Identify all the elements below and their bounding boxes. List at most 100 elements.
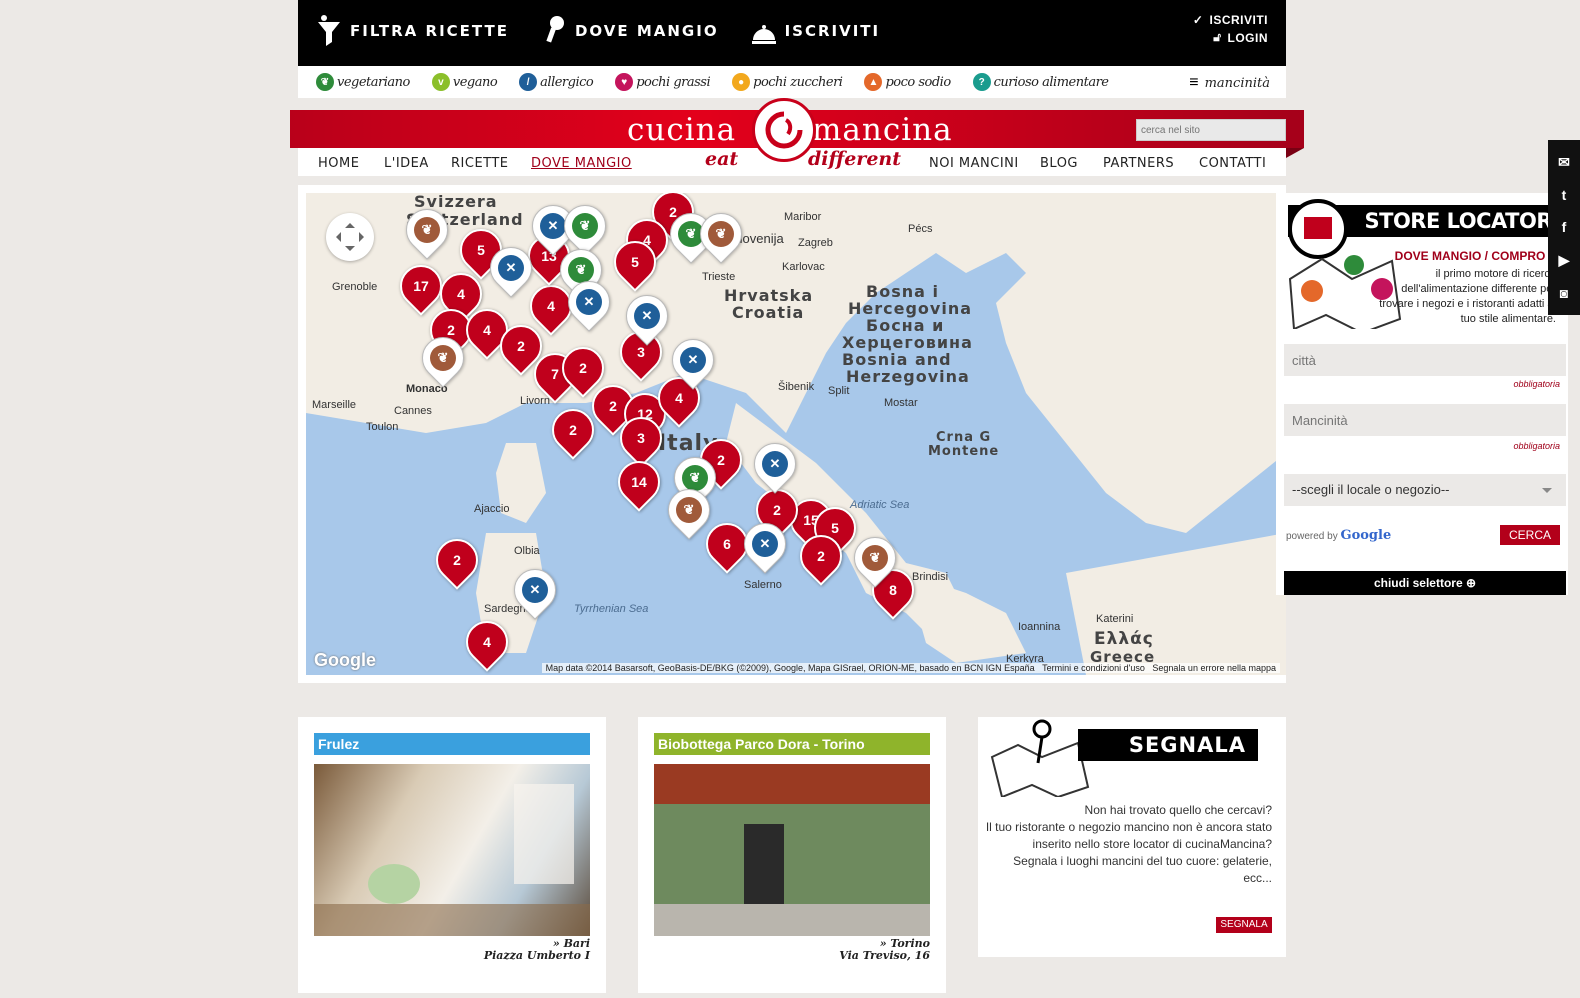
nav-home[interactable]: HOME	[318, 156, 359, 171]
label-bosna-3: Босна и	[866, 316, 945, 335]
diet-vegetariano[interactable]: ❦ vegetariano	[316, 73, 410, 91]
instagram-icon[interactable]: ◙	[1560, 285, 1568, 301]
nav-blog[interactable]: BLOG	[1040, 156, 1078, 171]
segnala-card: SEGNALA Non hai trovato quello che cerca…	[978, 717, 1286, 957]
mail-icon[interactable]: ✉	[1558, 154, 1570, 171]
nav-noi-mancini[interactable]: NOI MANCINI	[929, 156, 1019, 171]
store-locator-description: il primo motore di ricerca dell'alimenta…	[1379, 268, 1556, 325]
label-bosna-5: Bosnia and	[842, 350, 952, 369]
nav-idea[interactable]: L'IDEA	[384, 156, 429, 171]
attribution-text: Map data ©2014 Basarsoft, GeoBasis-DE/BK…	[545, 663, 1035, 673]
label-hrvatska: Hrvatska	[724, 286, 814, 305]
sprout-icon: ❦	[708, 221, 734, 247]
sprout-icon: ❦	[862, 545, 888, 571]
diet-label: poco sodio	[885, 74, 951, 90]
report-error-link[interactable]: Segnala un errore nella mappa	[1152, 663, 1276, 673]
leaf-icon: ❦	[568, 257, 594, 283]
place-type-value: --scegli il locale o negozio--	[1292, 482, 1450, 497]
nav-contatti[interactable]: CONTATTI	[1199, 156, 1266, 171]
label-bosna-2: Hercegovina	[848, 299, 973, 318]
diet-allergico[interactable]: / allergico	[519, 73, 594, 91]
label-bosna-6: Herzegovina	[846, 367, 970, 386]
diet-poco-sodio[interactable]: ▲ poco sodio	[864, 73, 951, 91]
cutlery-icon: ✕	[522, 577, 548, 603]
city-required-note: obbligatoria	[1513, 379, 1560, 389]
diet-curioso-alimentare[interactable]: ? curioso alimentare	[972, 73, 1109, 91]
city-input[interactable]	[1284, 344, 1566, 376]
diet-label: vegetariano	[337, 74, 410, 90]
iscriviti-link[interactable]: ISCRIVITI	[751, 14, 881, 48]
filtra-ricette-link[interactable]: FILTRA RICETTE	[316, 14, 509, 48]
facebook-icon[interactable]: f	[1562, 219, 1567, 235]
segnala-button[interactable]: SEGNALA	[1216, 917, 1272, 933]
lock-icon: 🔓︎	[1213, 30, 1222, 44]
cloche-icon	[751, 25, 776, 44]
filtra-ricette-label: FILTRA RICETTE	[350, 22, 509, 40]
tagline-right: different	[808, 148, 901, 170]
diet-label: pochi zuccheri	[753, 74, 843, 90]
place-photo	[654, 764, 930, 936]
diet-pochi-grassi[interactable]: ♥ pochi grassi	[615, 73, 711, 91]
leaf-icon: ❦	[316, 73, 334, 91]
label-mostar: Mostar	[884, 397, 918, 409]
label-trieste: Trieste	[702, 271, 736, 283]
label-svizzera: Svizzera	[414, 193, 498, 211]
search-button[interactable]: CERCA	[1500, 525, 1560, 545]
mancinita-label: mancinità	[1204, 75, 1270, 91]
label-croatia: Croatia	[732, 303, 805, 322]
iscriviti-label: ISCRIVITI	[784, 22, 881, 40]
band-fold	[1286, 148, 1304, 158]
label-karlovac: Karlovac	[782, 261, 825, 273]
mancinita-input[interactable]	[1284, 404, 1566, 436]
question-icon: ?	[972, 73, 991, 91]
register-link[interactable]: ✓ ISCRIVITI	[1193, 13, 1268, 27]
store-photo-icon	[654, 764, 930, 936]
label-tyrrhenian-sea: Tyrrhenian Sea	[574, 603, 649, 615]
place-card-title: Frulez	[314, 733, 590, 755]
salt-icon: ▲	[864, 73, 883, 91]
diet-vegano[interactable]: v vegano	[431, 73, 498, 91]
site-search-input[interactable]	[1136, 119, 1286, 141]
dove-mangio-link[interactable]: DOVE MANGIO	[541, 14, 719, 48]
mancinita-menu[interactable]: ≡ mancinità	[1189, 74, 1270, 92]
cutlery-icon: ✕	[498, 255, 524, 281]
segnala-title: SEGNALA	[1078, 729, 1258, 761]
nav-partners[interactable]: PARTNERS	[1103, 156, 1174, 171]
close-selector-label: chiudi selettore	[1373, 576, 1463, 590]
logo-mark[interactable]	[752, 98, 816, 162]
arrow-up-icon: ⊕	[1465, 576, 1477, 590]
nav-ricette[interactable]: RICETTE	[451, 156, 509, 171]
store-locator-panel: STORE LOCATOR DOVE MANGIO / COMPRO ? il …	[1276, 193, 1568, 595]
twitter-icon[interactable]: t	[1562, 187, 1567, 203]
close-selector-button[interactable]: chiudi selettore ⊕	[1284, 571, 1566, 595]
account-links: ✓ ISCRIVITI 🔓︎ LOGIN	[1193, 13, 1268, 48]
restaurant-photo-icon	[314, 784, 590, 936]
label-pecs: Pécs	[908, 223, 933, 235]
logo-left-text: cucina	[627, 112, 737, 148]
leaf-icon: ❦	[572, 213, 598, 239]
top-nav: FILTRA RICETTE DOVE MANGIO ISCRIVITI	[316, 14, 880, 48]
place-card[interactable]: Biobottega Parco Dora - Torino » Torino …	[638, 717, 946, 993]
heart-icon: ♥	[615, 73, 634, 91]
cutlery-icon: ✕	[762, 451, 788, 477]
segnala-text: Non hai trovato quello che cercavi? Il t…	[982, 802, 1272, 887]
youtube-icon[interactable]: ▶	[1559, 252, 1570, 269]
nav-dove-mangio[interactable]: DOVE MANGIO	[531, 156, 632, 171]
cutlery-icon: ✕	[576, 289, 602, 315]
map-canvas[interactable]: Svizzera Switzerland Slovenija Hrvatska …	[306, 193, 1286, 675]
diet-pochi-zuccheri[interactable]: ● pochi zuccheri	[732, 73, 843, 91]
terms-link[interactable]: Termini e condizioni d'uso	[1042, 663, 1145, 673]
diet-label: curioso alimentare	[993, 74, 1109, 90]
place-type-select[interactable]: --scegli il locale o negozio--	[1284, 474, 1566, 506]
fullscreen-icon	[336, 223, 364, 251]
store-locator-subtitle: DOVE MANGIO / COMPRO ?	[1394, 249, 1556, 263]
fullscreen-control[interactable]	[326, 213, 374, 261]
sprout-icon: ❦	[414, 217, 440, 243]
no-icon: /	[519, 73, 538, 91]
login-link[interactable]: 🔓︎ LOGIN	[1193, 30, 1268, 45]
label-livorno: Livorn	[520, 395, 550, 407]
label-maribor: Maribor	[784, 211, 822, 223]
sprout-icon: ❦	[676, 497, 702, 523]
social-sidebar: ✉ t f ▶ ◙	[1548, 140, 1580, 315]
place-card[interactable]: Frulez » Bari Piazza Umberto I	[298, 717, 606, 993]
